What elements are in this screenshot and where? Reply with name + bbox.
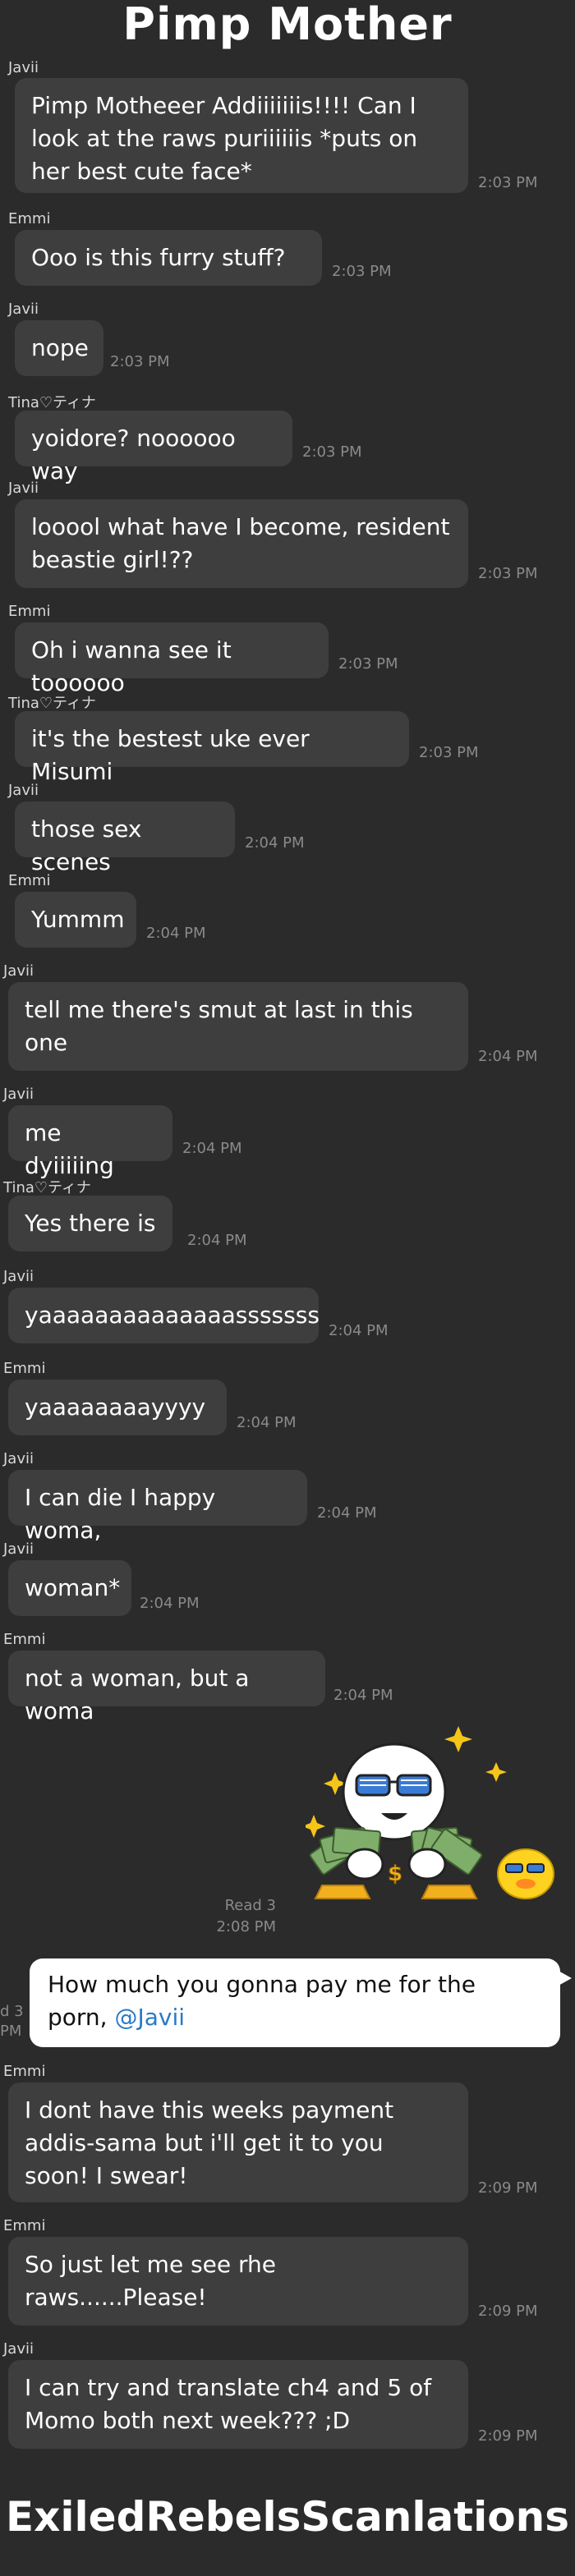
message-bubble[interactable]: not a woman, but a woma: [8, 1651, 325, 1724]
chat-title: Pimp Mother: [122, 0, 453, 50]
message-time: 2:03 PM: [478, 174, 538, 191]
message-bubble[interactable]: I can die I happy woma,: [8, 1470, 307, 1544]
message-sender: Emmi: [3, 1360, 46, 1377]
message-bubble[interactable]: Yes there is: [8, 1196, 172, 1251]
message-time: 2:03 PM: [332, 263, 392, 280]
mention-link[interactable]: @Javii: [114, 2004, 185, 2031]
message-time: 2:04 PM: [334, 1687, 393, 1704]
sticker-icon: $: [302, 1726, 554, 1899]
message-bubble[interactable]: yoidore? noooooo way: [15, 411, 292, 484]
message-bubble[interactable]: I can try and translate ch4 and 5 of Mom…: [8, 2360, 468, 2449]
message-sender: Emmi: [3, 2063, 46, 2080]
message-sender: Javii: [8, 782, 39, 799]
message-bubble[interactable]: Oh i wanna see it toooooo: [15, 622, 329, 696]
message-sender: Javii: [3, 962, 34, 980]
message-bubble[interactable]: woman*: [8, 1560, 131, 1616]
read-count: Read 3: [224, 1897, 276, 1914]
message-time: 2:04 PM: [478, 1048, 538, 1065]
svg-text:$: $: [388, 1862, 402, 1886]
message-time: 2:09 PM: [478, 2427, 538, 2445]
message-time: 2:04 PM: [146, 925, 206, 942]
edge-read-count: d 3: [0, 2003, 24, 2020]
message-sender: Javii: [3, 1086, 34, 1103]
money-sticker[interactable]: $: [302, 1724, 560, 1905]
message-bubble[interactable]: So just let me see rhe raws......Please!: [8, 2237, 468, 2326]
message-time: 2:03 PM: [110, 353, 170, 370]
edge-read-receipt: d 3 PM: [0, 2002, 24, 2041]
message-bubble[interactable]: nope: [15, 320, 104, 376]
message-sender: Tina♡ティナ: [8, 394, 96, 411]
message-bubble[interactable]: those sex scenes: [15, 801, 235, 875]
message-time: 2:04 PM: [182, 1140, 242, 1157]
message-bubble[interactable]: Pimp Motheeer Addiiiiiiis!!!! Can I look…: [15, 78, 468, 193]
message-bubble[interactable]: Yummm: [15, 892, 136, 948]
message-sender: Javii: [8, 59, 39, 76]
message-sender: Emmi: [8, 603, 51, 620]
message-sender: Tina♡ティナ: [3, 1179, 91, 1196]
scanlation-credit: ExiledRebelsScanlations: [5, 2493, 569, 2541]
message-sender: Javii: [3, 1450, 34, 1467]
outgoing-message-bubble[interactable]: How much you gonna pay me for the porn, …: [30, 1958, 572, 2047]
message-bubble[interactable]: yaaaaaaaayyyy: [8, 1380, 227, 1435]
message-bubble[interactable]: it's the bestest uke ever Misumi: [15, 711, 409, 785]
message-time: 2:04 PM: [317, 1504, 377, 1522]
message-time: 2:04 PM: [245, 834, 305, 852]
edge-read-time: PM: [0, 2023, 22, 2040]
message-bubble[interactable]: looool what have I become, resident beas…: [15, 499, 468, 588]
message-sender: Emmi: [3, 1631, 46, 1648]
message-time: 2:09 PM: [478, 2179, 538, 2197]
message-time: 2:03 PM: [419, 744, 479, 761]
read-time: 2:08 PM: [216, 1918, 276, 1935]
message-bubble[interactable]: I dont have this weeks payment addis-sam…: [8, 2082, 468, 2202]
message-sender: Javii: [3, 1268, 34, 1285]
message-time: 2:04 PM: [237, 1414, 297, 1431]
message-sender: Javii: [3, 1541, 34, 1558]
message-bubble[interactable]: yaaaaaaaaaaaaaasssssss: [8, 1288, 320, 1343]
message-time: 2:04 PM: [187, 1232, 247, 1249]
message-sender: Javii: [8, 301, 39, 318]
message-time: 2:04 PM: [329, 1322, 389, 1339]
message-time: 2:03 PM: [302, 443, 362, 461]
message-bubble[interactable]: tell me there's smut at last in this one: [8, 982, 468, 1071]
message-time: 2:03 PM: [338, 655, 398, 673]
message-sender: Javii: [3, 2340, 34, 2358]
outgoing-message-text: How much you gonna pay me for the porn,: [48, 1971, 476, 2031]
message-sender: Emmi: [8, 210, 51, 227]
message-time: 2:03 PM: [478, 565, 538, 582]
message-sender: Emmi: [8, 872, 51, 889]
message-sender: Tina♡ティナ: [8, 695, 96, 712]
message-sender: Javii: [8, 480, 39, 497]
message-time: 2:04 PM: [140, 1595, 200, 1612]
message-bubble[interactable]: me dyiiiiing: [8, 1105, 172, 1179]
read-receipt: Read 3 2:08 PM: [197, 1895, 276, 1938]
message-time: 2:09 PM: [478, 2303, 538, 2320]
message-bubble[interactable]: Ooo is this furry stuff?: [15, 230, 322, 286]
message-sender: Emmi: [3, 2217, 46, 2234]
